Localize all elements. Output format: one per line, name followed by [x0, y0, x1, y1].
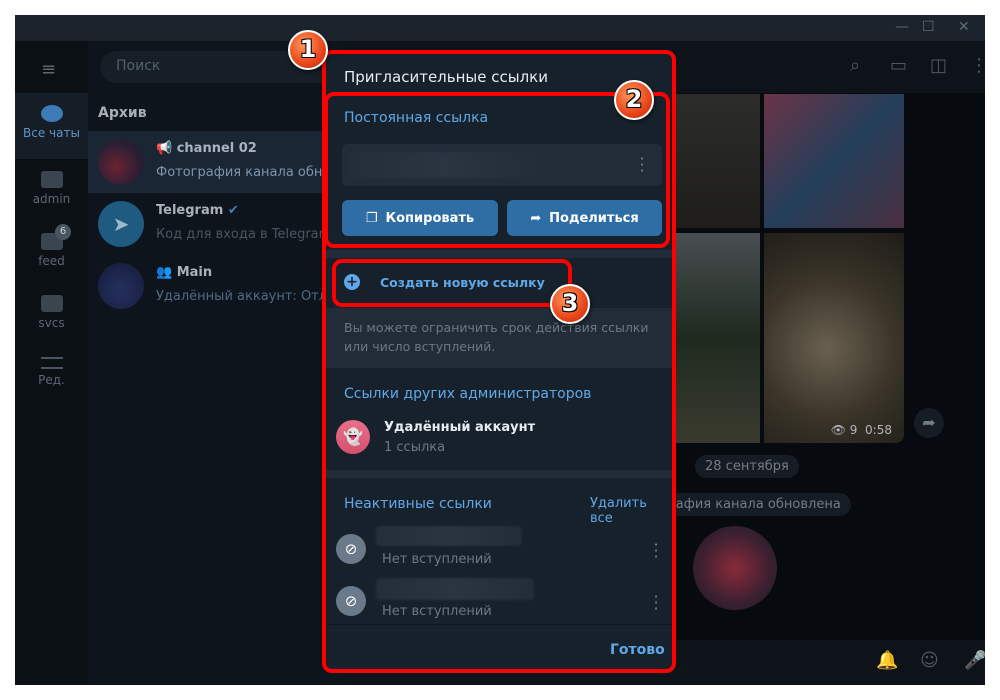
step-badge-2: 2: [614, 80, 654, 120]
verified-icon: ✔: [227, 203, 239, 218]
folder-label: feed: [38, 254, 65, 268]
hidden-link: [376, 578, 534, 600]
photo[interactable]: [764, 94, 904, 228]
sidebar-toggle-icon[interactable]: ◫: [930, 55, 947, 76]
emoji-icon[interactable]: ☺: [920, 650, 939, 671]
close-button[interactable]: ✕: [958, 19, 970, 35]
folder-label: admin: [32, 192, 71, 206]
link-menu-icon[interactable]: · · ·: [652, 537, 660, 565]
admin-link-count: 1 ссылка: [384, 440, 446, 455]
eye-icon: 👁: [830, 423, 850, 437]
channel-photo[interactable]: [693, 526, 777, 610]
chat-list: Поиск Архив 📢 channel 02 Фотография кана…: [88, 41, 371, 685]
unread-badge: 6: [55, 224, 71, 240]
folder-edit[interactable]: Ред.: [15, 357, 88, 387]
inactive-links-label: Неактивные ссылки: [344, 496, 492, 512]
duration: 0:58: [865, 423, 892, 437]
divider: [326, 470, 672, 478]
broken-link-icon: ⊘: [336, 586, 366, 616]
link-menu-icon[interactable]: · · ·: [652, 589, 660, 617]
avatar: [98, 263, 144, 309]
telegram-avatar: ➤: [98, 201, 144, 247]
highlight-permanent-link: [324, 92, 670, 248]
view-count: 👁 9 0:58: [831, 423, 892, 437]
broken-link-icon: ⊘: [336, 534, 366, 564]
highlight-create-link: [332, 259, 572, 307]
inactive-link-row[interactable]: ⊘ Нет вступлений · · ·: [326, 576, 672, 626]
voice-chat-icon[interactable]: ▭: [890, 55, 907, 76]
folder-label: svcs: [38, 316, 65, 330]
hidden-link: [376, 526, 522, 546]
channel-icon: 📢: [156, 141, 177, 156]
folder-svcs[interactable]: svcs: [15, 295, 88, 330]
inactive-link-row[interactable]: ⊘ Нет вступлений · · ·: [326, 524, 672, 574]
forward-button[interactable]: ➦: [914, 408, 944, 438]
admin-name: Удалённый аккаунт: [384, 420, 536, 435]
done-button[interactable]: Готово: [610, 642, 665, 658]
folder-all-chats[interactable]: Все чаты: [15, 93, 88, 159]
admin-row[interactable]: 👻 Удалённый аккаунт 1 ссылка: [326, 414, 672, 464]
chat-name: 📢 channel 02: [156, 141, 257, 156]
divider: [326, 250, 672, 258]
step-badge-3: 3: [550, 284, 590, 324]
hint-text: Вы можете ограничить срок действия ссылк…: [344, 320, 649, 354]
avatar: [98, 139, 144, 185]
chat-row[interactable]: ➤ Telegram ✔ Код для входа в Telegram:: [88, 193, 348, 255]
more-icon[interactable]: ⋮: [970, 55, 985, 76]
folder-icon: [40, 295, 63, 312]
link-status: Нет вступлений: [382, 552, 492, 567]
folder-icon: [40, 171, 63, 188]
folders-rail: ≡ Все чаты admin 6 feed svcs Ред.: [15, 41, 88, 685]
maximize-button[interactable]: ☐: [922, 19, 935, 35]
edit-folders-icon: [40, 357, 63, 369]
folder-label: Ред.: [38, 373, 65, 387]
other-admins-label: Ссылки других администраторов: [344, 386, 592, 402]
chat-name: Telegram ✔: [156, 203, 239, 218]
date-pill: 28 сентября: [695, 455, 799, 478]
views-value: 9: [849, 423, 858, 437]
chat-name-text: Telegram: [156, 203, 224, 218]
folder-label: Все чаты: [23, 126, 80, 140]
menu-icon[interactable]: ≡: [41, 59, 56, 80]
group-icon: 👥: [156, 265, 177, 280]
step-badge-1: 1: [288, 30, 328, 70]
ghost-avatar-icon: 👻: [336, 420, 370, 454]
delete-all-button[interactable]: Удалить все: [590, 496, 672, 526]
title-bar: — ☐ ✕: [15, 15, 985, 41]
minimize-button[interactable]: —: [895, 19, 909, 35]
chat-preview: Код для входа в Telegram:: [156, 227, 336, 242]
chat-name-text: Main: [176, 265, 213, 280]
chat-row[interactable]: 📢 channel 02 Фотография канала обновлена: [88, 131, 371, 193]
dialog-title: Пригласительные ссылки: [344, 68, 548, 86]
folder-feed[interactable]: 6 feed: [15, 224, 88, 268]
video[interactable]: 👁 9 0:58: [764, 233, 904, 443]
bell-icon[interactable]: 🔔: [876, 650, 898, 671]
link-status: Нет вступлений: [382, 604, 492, 619]
chat-row[interactable]: 👥 Main Удалённый аккаунт: Отложено: [88, 255, 371, 317]
microphone-icon[interactable]: 🎤: [964, 650, 985, 671]
chat-name-text: channel 02: [176, 141, 257, 156]
folder-admin[interactable]: admin: [15, 171, 88, 206]
archive-header[interactable]: Архив: [98, 105, 147, 121]
scrollbar[interactable]: [675, 104, 676, 364]
chats-icon: [40, 105, 63, 122]
chat-name: 👥 Main: [156, 265, 212, 280]
divider: [326, 624, 672, 625]
search-icon[interactable]: ⌕: [850, 55, 860, 76]
